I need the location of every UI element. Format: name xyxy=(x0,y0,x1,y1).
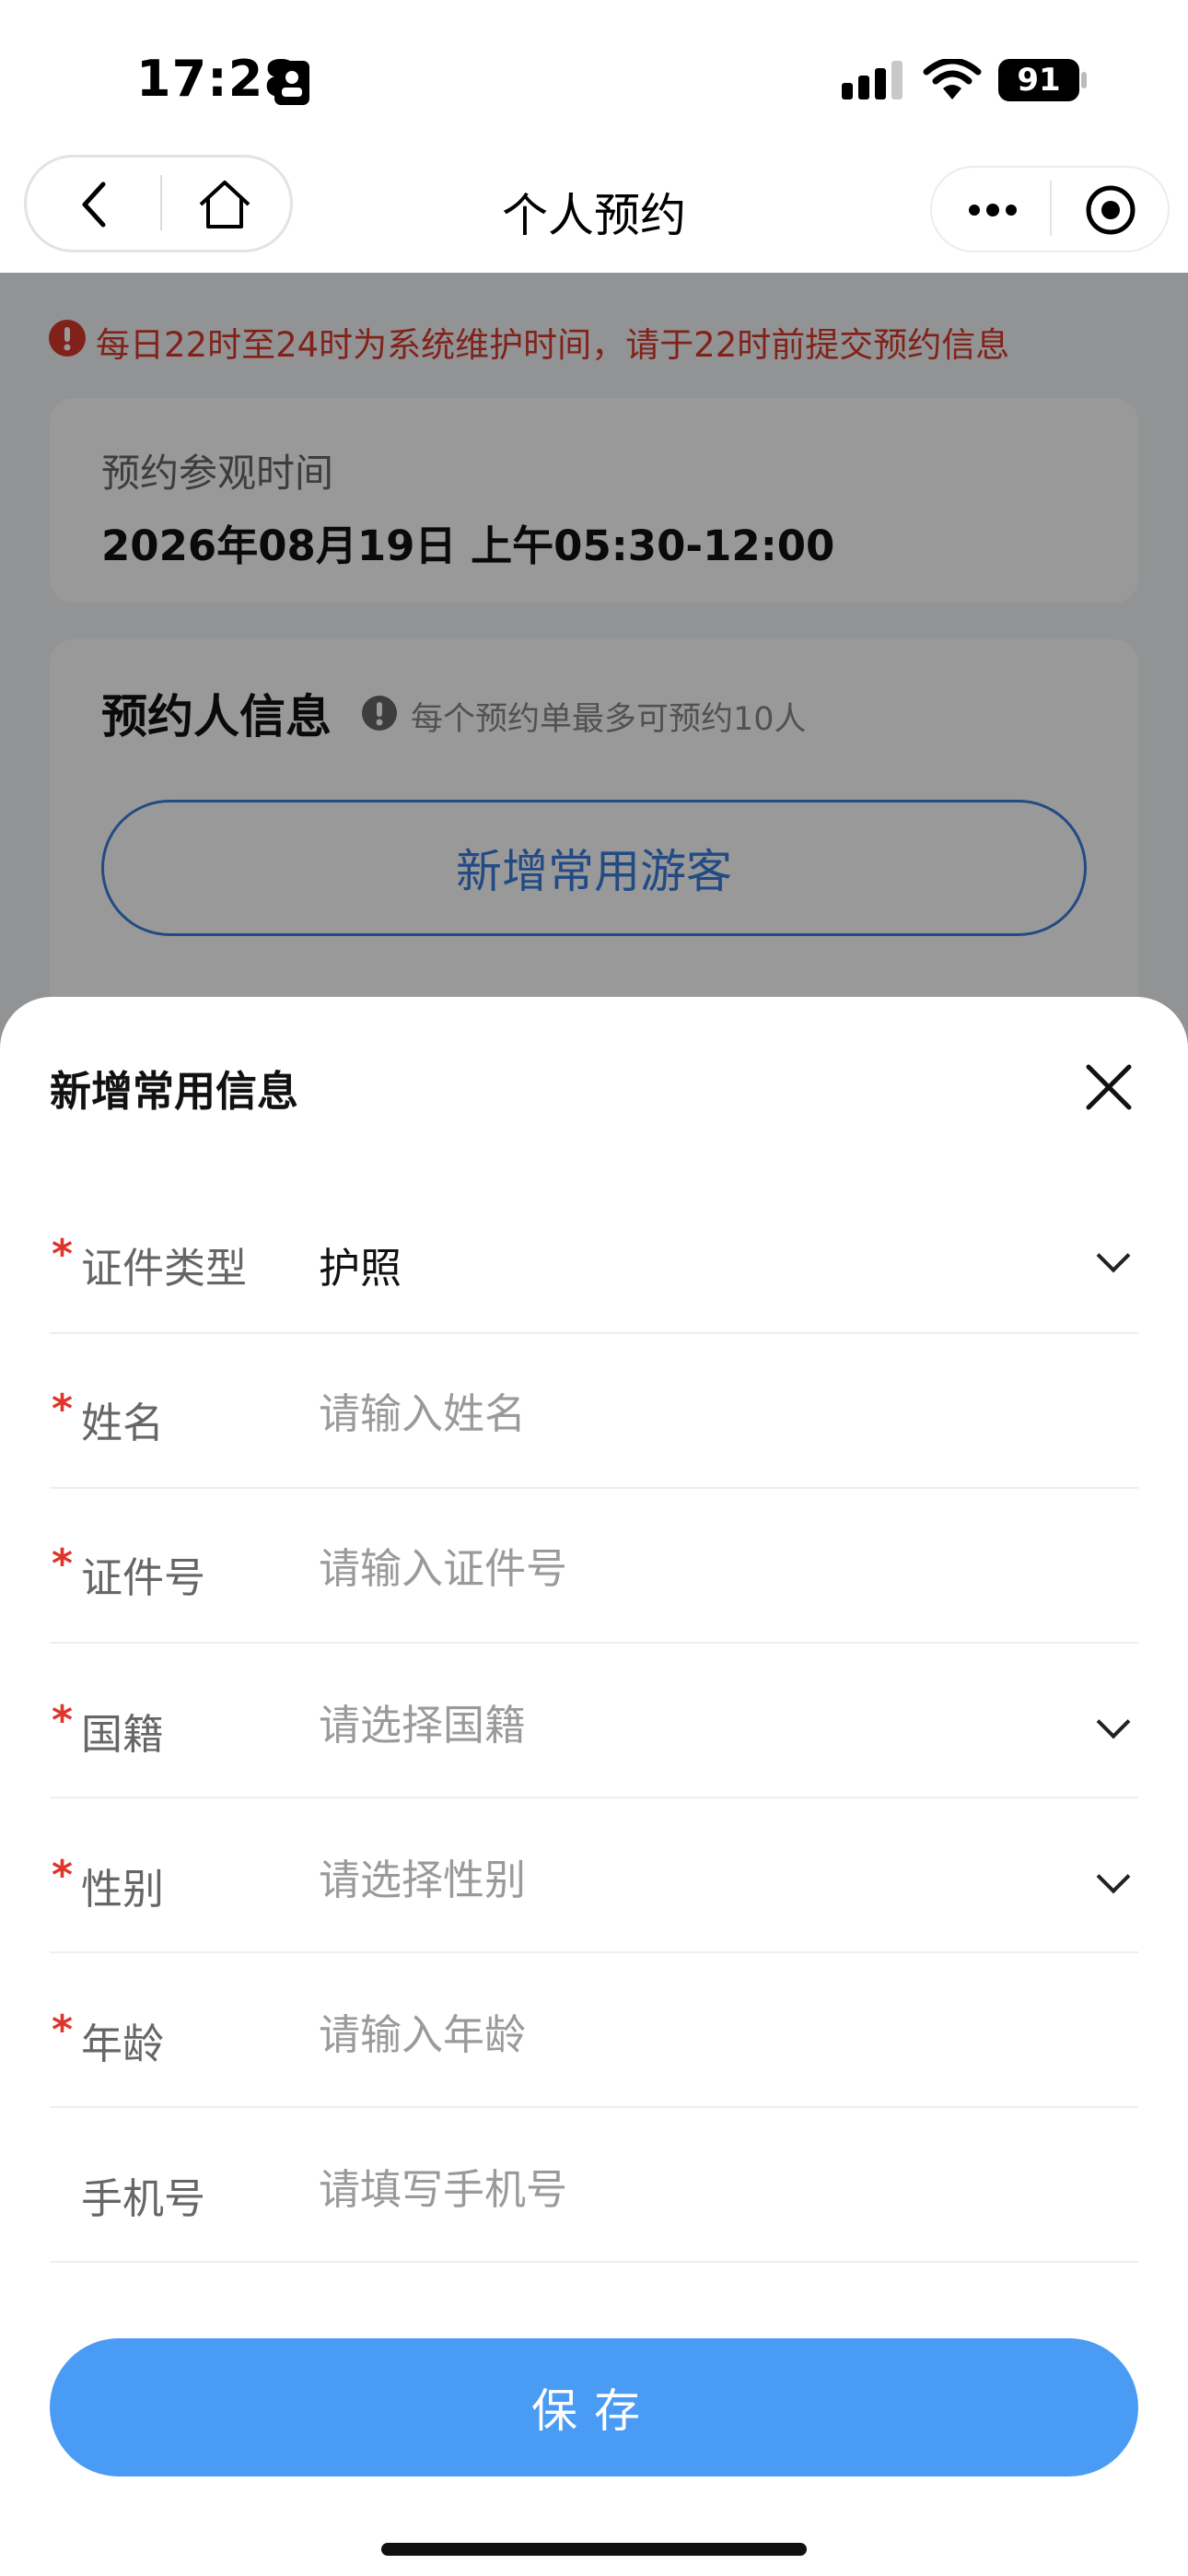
row-divider xyxy=(50,1642,1138,1644)
row-divider xyxy=(50,1487,1138,1489)
nav-divider-right xyxy=(1050,181,1052,236)
row-divider xyxy=(50,1797,1138,1798)
row-divider xyxy=(50,2261,1138,2263)
row-divider xyxy=(50,1332,1138,1334)
more-button[interactable] xyxy=(949,181,1041,240)
signal-icon xyxy=(842,61,903,100)
save-label: 保存 xyxy=(531,2385,657,2437)
required-mark: * xyxy=(52,1697,74,1744)
age-input[interactable] xyxy=(319,2010,1055,2059)
required-mark: * xyxy=(52,2007,74,2054)
wifi-icon xyxy=(923,59,982,100)
age-label: 年龄 xyxy=(81,2020,165,2068)
home-indicator[interactable] xyxy=(381,2543,807,2556)
row-divider xyxy=(50,2106,1138,2108)
battery-icon: 91 xyxy=(998,59,1079,101)
save-button[interactable]: 保存 xyxy=(50,2338,1138,2476)
target-icon xyxy=(1086,185,1136,235)
battery-level: 91 xyxy=(1017,62,1061,99)
id-number-input[interactable] xyxy=(319,1544,1055,1593)
id-number-label: 证件号 xyxy=(81,1553,206,1602)
gender-label: 性别 xyxy=(81,1865,165,1914)
more-icon xyxy=(969,204,1017,217)
nationality-select[interactable] xyxy=(319,1701,1055,1750)
required-mark: * xyxy=(52,1231,74,1278)
id-type-label: 证件类型 xyxy=(81,1244,248,1293)
phone-input[interactable] xyxy=(319,2165,1055,2214)
id-type-select[interactable]: 护照 xyxy=(319,1235,1055,1294)
battery-tip xyxy=(1081,72,1087,88)
name-input[interactable] xyxy=(319,1389,1055,1438)
required-mark: * xyxy=(52,1852,74,1899)
name-label: 姓名 xyxy=(81,1399,165,1447)
required-mark: * xyxy=(52,1540,74,1587)
id-card-icon xyxy=(274,61,309,105)
gender-select[interactable] xyxy=(319,1856,1055,1904)
sheet-title: 新增常用信息 xyxy=(50,1067,299,1116)
row-divider xyxy=(50,1951,1138,1953)
required-mark: * xyxy=(52,1386,74,1433)
close-miniprogram-button[interactable] xyxy=(1077,177,1144,243)
phone-label: 手机号 xyxy=(81,2174,206,2223)
nationality-label: 国籍 xyxy=(81,1710,165,1759)
close-icon xyxy=(1086,1064,1132,1110)
close-button[interactable] xyxy=(1076,1054,1142,1120)
